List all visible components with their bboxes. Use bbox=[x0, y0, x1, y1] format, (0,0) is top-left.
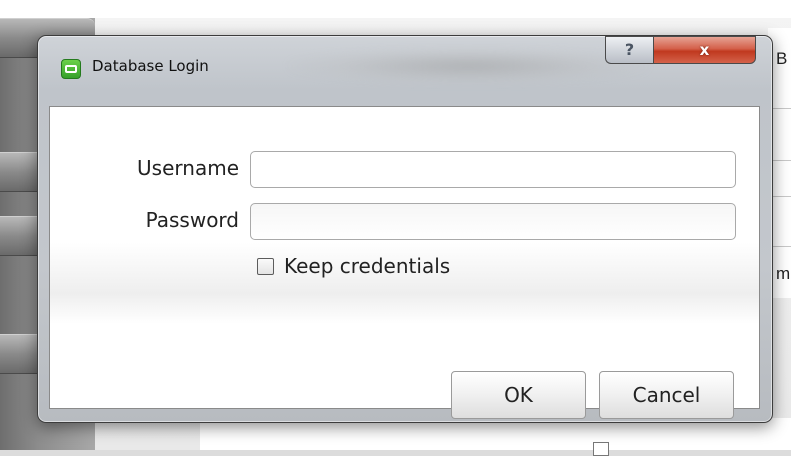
keep-credentials-checkbox[interactable] bbox=[257, 257, 274, 275]
help-icon: ? bbox=[624, 40, 635, 59]
background-column-text: B bbox=[776, 49, 788, 68]
keep-credentials-option[interactable]: Keep credentials bbox=[257, 254, 450, 278]
app-logo-icon bbox=[61, 59, 81, 79]
titlebar-blur-region bbox=[288, 48, 648, 84]
dialog-titlebar[interactable]: Database Login ? x bbox=[38, 36, 772, 106]
app-logo-glyph bbox=[65, 65, 77, 73]
username-input[interactable] bbox=[250, 151, 736, 188]
dialog-content: Username Password Keep credentials OK Ca… bbox=[49, 106, 760, 419]
background-column-text: m bbox=[776, 264, 791, 283]
close-button[interactable]: x bbox=[653, 36, 756, 64]
help-button[interactable]: ? bbox=[605, 36, 653, 64]
cancel-button[interactable]: Cancel bbox=[599, 371, 734, 419]
ok-button[interactable]: OK bbox=[451, 371, 586, 419]
keep-credentials-label[interactable]: Keep credentials bbox=[284, 254, 450, 278]
password-input[interactable] bbox=[250, 203, 736, 240]
close-icon: x bbox=[699, 40, 710, 59]
background-checkbox bbox=[593, 442, 609, 456]
password-label: Password bbox=[145, 208, 239, 232]
background-top-area bbox=[0, 0, 791, 18]
username-label: Username bbox=[137, 156, 239, 180]
dialog-title: Database Login bbox=[92, 57, 209, 75]
database-login-dialog: Database Login ? x Username Password Kee… bbox=[37, 35, 773, 423]
